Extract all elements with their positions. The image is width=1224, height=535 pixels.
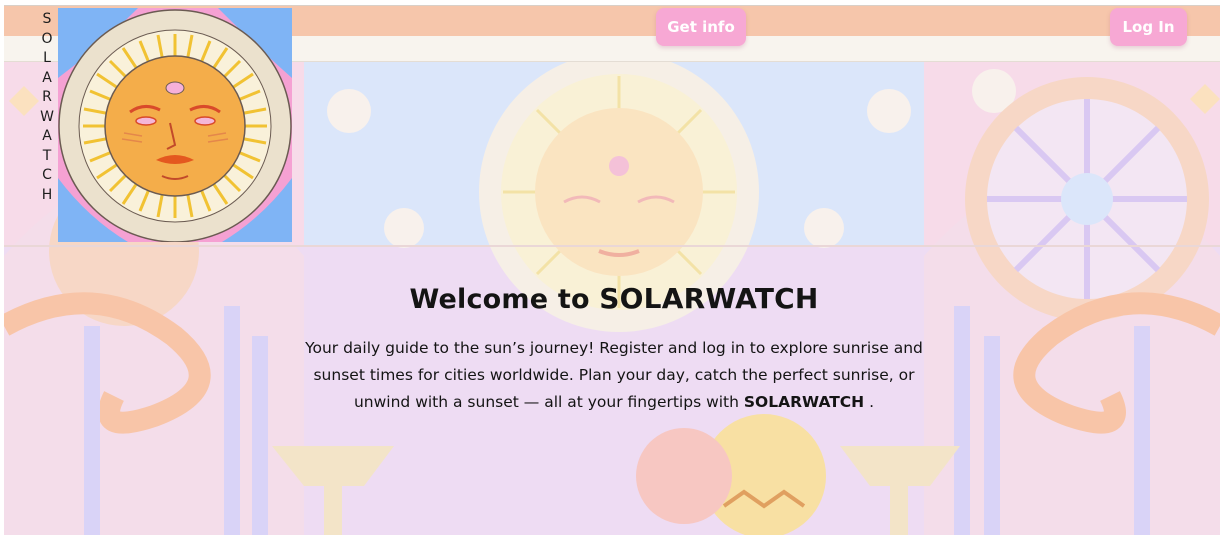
- brand-letter: L: [43, 50, 51, 66]
- brand-letter: R: [42, 89, 52, 105]
- brand-letter: A: [42, 128, 52, 144]
- brand-letter: C: [42, 167, 52, 183]
- hero-section: Welcome to SOLARWATCH Your daily guide t…: [264, 282, 964, 416]
- hero-title-prefix: Welcome to: [409, 284, 600, 315]
- brand-letter: H: [41, 186, 53, 203]
- get-info-button[interactable]: Get info: [656, 8, 746, 46]
- sun-face-icon: [58, 8, 292, 242]
- brand-letter: A: [42, 69, 52, 86]
- brand-letter: O: [41, 30, 53, 47]
- brand-vertical-text: S O L A R W A T C H: [37, 10, 57, 205]
- login-button[interactable]: Log In: [1110, 8, 1187, 46]
- brand-letter: S: [42, 11, 52, 27]
- brand-letter: W: [40, 108, 54, 125]
- brand-letter: T: [42, 147, 52, 164]
- hero-description-brand: SOLARWATCH: [743, 393, 865, 411]
- hero-title: Welcome to SOLARWATCH: [264, 282, 964, 315]
- hero-description-end: .: [864, 393, 875, 411]
- sun-logo[interactable]: [58, 8, 292, 242]
- hero-title-brand: SOLARWATCH: [599, 282, 819, 315]
- hero-description: Your daily guide to the sun’s journey! R…: [294, 335, 934, 416]
- page: S O L A R W A T C H Get info Log In Welc…: [4, 5, 1220, 535]
